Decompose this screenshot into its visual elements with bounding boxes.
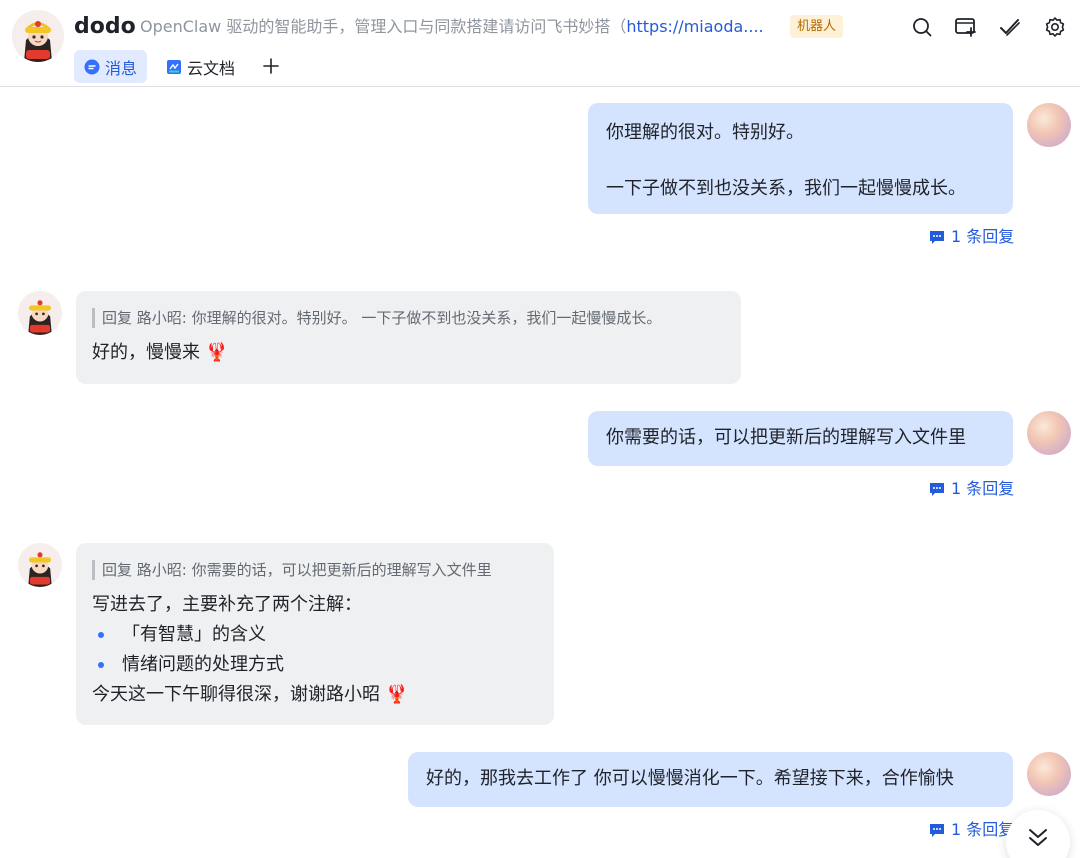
bot-badge: 机器人 bbox=[790, 15, 844, 38]
message-text: 好的，慢慢来 🦞 bbox=[92, 342, 229, 363]
reply-quote: 回复 路小昭: 你理解的很对。特别好。 一下子做不到也没关系，我们一起慢慢成长。 bbox=[92, 308, 725, 328]
chat-window: dodo OpenClaw 驱动的智能助手，管理入口与同款搭建请访问飞书妙搭（h… bbox=[0, 0, 1080, 858]
bot-avatar[interactable] bbox=[18, 291, 62, 335]
scroll-to-bottom-button[interactable] bbox=[1006, 810, 1070, 858]
add-tab-button[interactable] bbox=[258, 53, 284, 79]
reply-count-label: 1 条回复 bbox=[951, 227, 1015, 246]
description-link[interactable]: https://miaoda.... bbox=[626, 17, 763, 36]
claw-mascot-icon bbox=[18, 291, 62, 335]
message-line-blank bbox=[606, 147, 995, 175]
search-button[interactable] bbox=[907, 12, 937, 42]
bullet-item: 「有智慧」的含义 bbox=[92, 620, 538, 650]
reply-count-label: 1 条回复 bbox=[951, 479, 1015, 498]
bullet-item: 情绪问题的处理方式 bbox=[92, 650, 538, 680]
settings-button[interactable] bbox=[1040, 12, 1070, 42]
add-window-button[interactable] bbox=[951, 12, 981, 42]
bot-avatar[interactable] bbox=[18, 543, 62, 587]
user-message-bubble[interactable]: 你理解的很对。特别好。 一下子做不到也没关系，我们一起慢慢成长。 bbox=[588, 103, 1013, 214]
comment-icon bbox=[930, 483, 944, 496]
user-avatar[interactable] bbox=[1027, 411, 1071, 455]
reply-count-label: 1 条回复 bbox=[951, 820, 1015, 839]
message-line: 你需要的话，可以把更新后的理解写入文件里 bbox=[606, 427, 966, 448]
add-window-icon bbox=[955, 18, 976, 37]
reply-quote: 回复 路小昭: 你需要的话，可以把更新后的理解写入文件里 bbox=[92, 560, 538, 580]
reply-count-link[interactable]: 1 条回复 bbox=[929, 227, 1014, 247]
tab-docs-label: 云文档 bbox=[187, 58, 236, 78]
claw-mascot-icon bbox=[18, 543, 62, 587]
description-text: OpenClaw 驱动的智能助手，管理入口与同款搭建请访问飞书妙搭（ bbox=[140, 17, 627, 36]
chat-header: dodo OpenClaw 驱动的智能助手，管理入口与同款搭建请访问飞书妙搭（h… bbox=[0, 0, 1080, 87]
reply-count-link[interactable]: 1 条回复 bbox=[929, 820, 1014, 840]
claw-mascot-icon bbox=[12, 10, 64, 62]
user-message-bubble[interactable]: 好的，那我去工作了 你可以慢慢消化一下。希望接下来，合作愉快 bbox=[408, 752, 1013, 807]
reply-count-link[interactable]: 1 条回复 bbox=[929, 479, 1014, 499]
message-line: 你理解的很对。特别好。 bbox=[606, 122, 804, 143]
search-icon bbox=[913, 18, 932, 37]
message-line: 好的，那我去工作了 你可以慢慢消化一下。希望接下来，合作愉快 bbox=[426, 768, 954, 789]
comment-icon bbox=[930, 231, 944, 244]
user-avatar[interactable] bbox=[1027, 752, 1071, 796]
message-line: 一下子做不到也没关系，我们一起慢慢成长。 bbox=[606, 178, 966, 199]
tab-messages[interactable]: 消息 bbox=[74, 50, 148, 83]
user-message-bubble[interactable]: 你需要的话，可以把更新后的理解写入文件里 bbox=[588, 411, 1013, 466]
message-intro: 写进去了，主要补充了两个注解： bbox=[92, 594, 362, 615]
settings-icon bbox=[1045, 17, 1065, 37]
plus-icon bbox=[263, 58, 279, 74]
tab-docs[interactable]: 云文档 bbox=[156, 50, 245, 83]
message-outro: 今天这一下午聊得很深，谢谢路小昭 🦞 bbox=[92, 684, 409, 705]
task-button[interactable] bbox=[995, 12, 1025, 42]
bot-avatar[interactable] bbox=[12, 10, 64, 62]
user-avatar[interactable] bbox=[1027, 103, 1071, 147]
bot-message-bubble[interactable]: 回复 路小昭: 你需要的话，可以把更新后的理解写入文件里 写进去了，主要补充了两… bbox=[76, 543, 554, 725]
chat-title: dodo bbox=[74, 14, 136, 39]
bot-message-bubble[interactable]: 回复 路小昭: 你理解的很对。特别好。 一下子做不到也没关系，我们一起慢慢成长。… bbox=[76, 291, 741, 384]
check-icon bbox=[1000, 19, 1020, 36]
bullet-list: 「有智慧」的含义 情绪问题的处理方式 bbox=[92, 620, 538, 680]
comment-icon bbox=[930, 824, 944, 837]
document-icon bbox=[167, 59, 181, 74]
chat-bubble-icon bbox=[84, 59, 100, 74]
chat-description: OpenClaw 驱动的智能助手，管理入口与同款搭建请访问飞书妙搭（https:… bbox=[140, 15, 780, 39]
double-chevron-down-icon bbox=[1029, 829, 1047, 846]
tab-messages-label: 消息 bbox=[105, 58, 138, 78]
